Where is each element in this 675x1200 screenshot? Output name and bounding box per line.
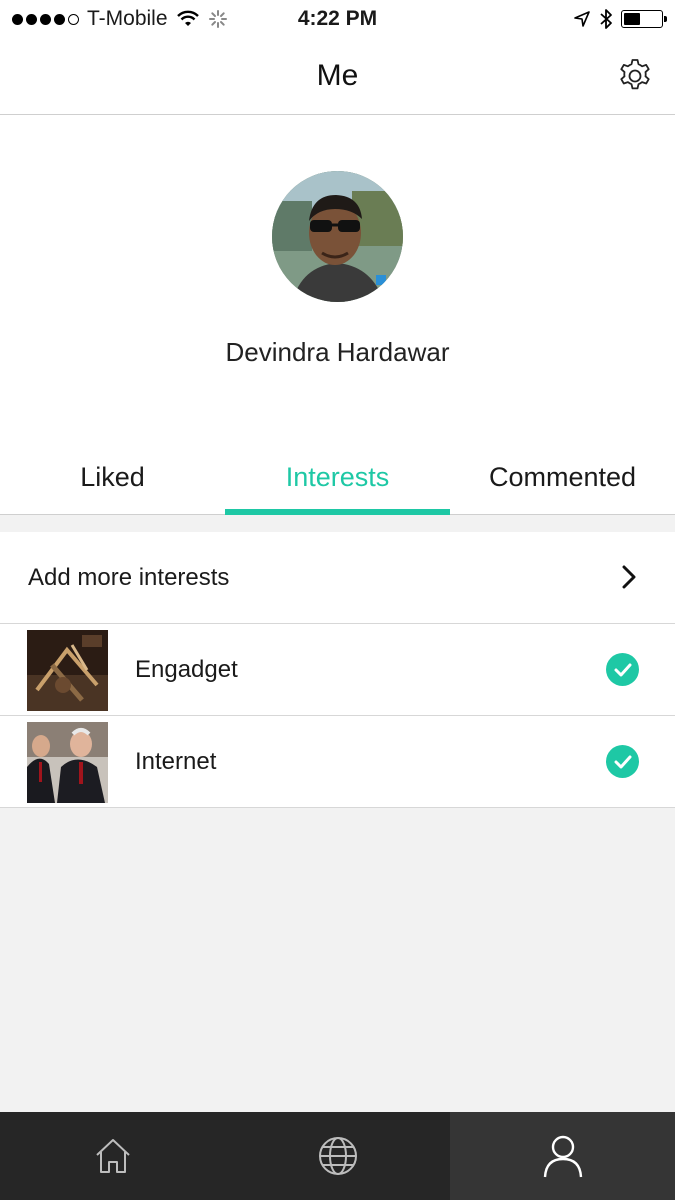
add-more-interests-row[interactable]: Add more interests bbox=[0, 532, 675, 624]
list-item[interactable]: Engadget bbox=[0, 624, 675, 716]
home-icon bbox=[95, 1139, 130, 1173]
battery-icon bbox=[621, 10, 667, 28]
wifi-icon bbox=[176, 10, 199, 26]
profile-section: Devindra Hardawar Liked Interests Commen… bbox=[0, 115, 675, 515]
tabbar-home[interactable] bbox=[0, 1112, 225, 1200]
interest-label: Engadget bbox=[135, 655, 238, 683]
status-left: T-Mobile bbox=[12, 7, 228, 31]
checkmark-icon[interactable] bbox=[606, 745, 639, 778]
loading-spinner-icon bbox=[208, 10, 227, 28]
settings-button[interactable] bbox=[615, 56, 655, 96]
avatar[interactable] bbox=[272, 171, 403, 302]
bottom-tab-bar bbox=[0, 1112, 675, 1200]
nav-header: Me bbox=[0, 38, 675, 115]
tabbar-profile[interactable] bbox=[450, 1112, 675, 1200]
tab-interests[interactable]: Interests bbox=[225, 440, 450, 515]
interest-thumbnail bbox=[27, 722, 108, 803]
me-screen: T-Mobile 4:22 PM Me Devindra Hardawar Li… bbox=[0, 0, 675, 1200]
profile-name: Devindra Hardawar bbox=[225, 337, 450, 367]
list-item[interactable]: Internet bbox=[0, 716, 675, 808]
interest-thumbnail bbox=[27, 630, 108, 711]
gear-icon bbox=[620, 59, 650, 90]
tabbar-explore[interactable] bbox=[225, 1112, 450, 1200]
battery-fill bbox=[624, 13, 641, 25]
carrier-name: T-Mobile bbox=[87, 7, 168, 30]
profile-icon bbox=[543, 1135, 582, 1178]
tab-commented[interactable]: Commented bbox=[450, 440, 675, 515]
tab-liked[interactable]: Liked bbox=[0, 440, 225, 515]
status-time: 4:22 PM bbox=[297, 7, 378, 30]
bluetooth-icon bbox=[600, 9, 612, 29]
checkmark-icon[interactable] bbox=[606, 653, 639, 686]
status-bar: T-Mobile 4:22 PM bbox=[0, 0, 675, 38]
signal-strength-icon bbox=[12, 13, 79, 25]
interests-list: Add more interests Engadget Internet bbox=[0, 532, 675, 808]
page-title: Me bbox=[316, 59, 359, 92]
chevron-right-icon bbox=[622, 565, 636, 589]
profile-tabs: Liked Interests Commented bbox=[0, 440, 675, 515]
globe-icon bbox=[318, 1137, 357, 1175]
interest-label: Internet bbox=[135, 747, 217, 775]
avatar-photo bbox=[272, 171, 403, 302]
location-arrow-icon bbox=[574, 11, 590, 27]
add-more-interests-label: Add more interests bbox=[28, 563, 230, 591]
status-right bbox=[573, 8, 667, 30]
